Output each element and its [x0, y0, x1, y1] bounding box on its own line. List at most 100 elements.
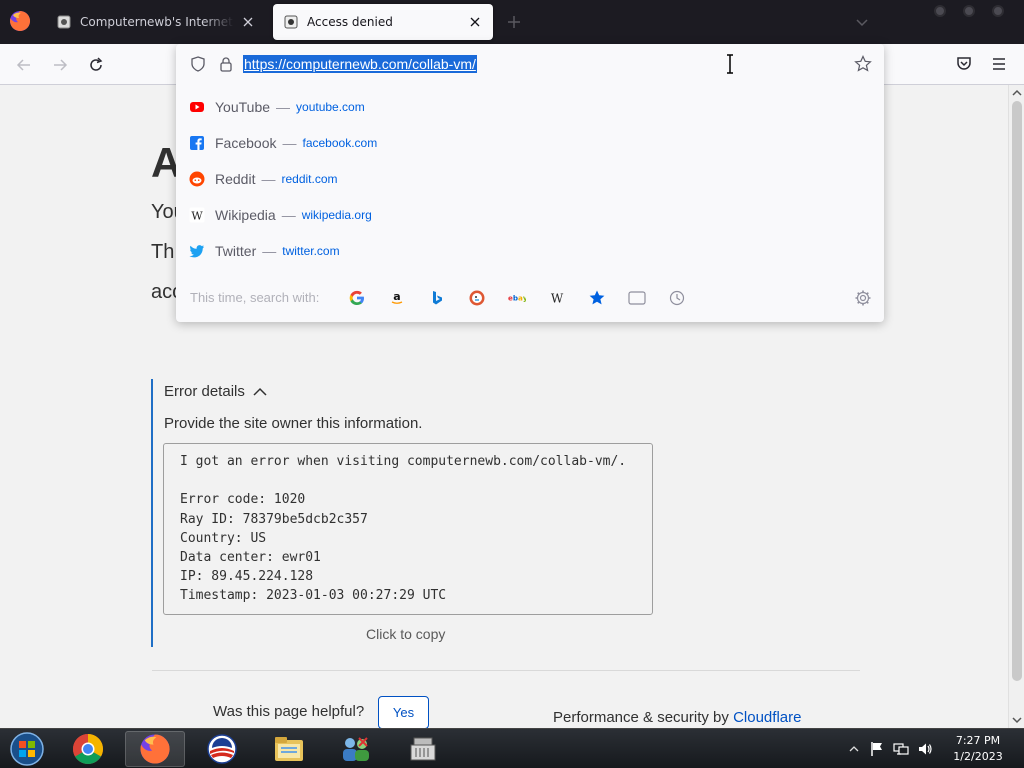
intro-text-line: Th: [151, 241, 175, 263]
error-info-line: Data center: ewr01: [180, 549, 321, 565]
taskbar-file-explorer[interactable]: [259, 731, 319, 767]
vertical-scrollbar[interactable]: [1008, 85, 1024, 728]
search-engine-amazon[interactable]: a: [388, 289, 406, 307]
shield-icon[interactable]: [190, 56, 206, 72]
search-engine-bing[interactable]: [428, 289, 446, 307]
footer-prefix: Performance & security by: [553, 709, 734, 726]
reload-button[interactable]: [83, 52, 109, 78]
wikipedia-icon: W: [551, 292, 564, 306]
search-tabs[interactable]: [628, 289, 646, 307]
search-engine-ebay[interactable]: ebay: [508, 289, 526, 307]
clock-time: 7:27 PM: [955, 734, 1001, 747]
reddit-icon: [189, 171, 205, 187]
error-details-label: Error details: [164, 383, 245, 400]
back-button[interactable]: [11, 52, 37, 78]
error-info-line: [180, 471, 636, 490]
url-dropdown-panel: https://computernewb.com/collab-vm/ YouT…: [176, 44, 884, 322]
feedback-yes-button[interactable]: Yes: [378, 696, 429, 728]
suggestion-title: Reddit: [215, 171, 256, 187]
new-tab-plus-icon[interactable]: [504, 12, 524, 32]
error-details-toggle[interactable]: Error details: [164, 383, 267, 400]
search-history[interactable]: [668, 289, 686, 307]
address-bar[interactable]: https://computernewb.com/collab-vm/: [176, 44, 884, 84]
clock-date: 1/2/2023: [953, 750, 1003, 763]
suggestion-title: Facebook: [215, 135, 277, 151]
suggestion-facebook[interactable]: Facebook — facebook.com: [176, 125, 884, 161]
minimize-button[interactable]: [934, 5, 946, 17]
error-info-line: Timestamp: 2023-01-03 00:27:29 UTC: [180, 588, 447, 604]
search-with-label: This time, search with:: [190, 290, 320, 305]
suggestion-title: Twitter: [215, 243, 257, 259]
taskbar-network-users[interactable]: [326, 731, 386, 767]
cloudflare-footer: Performance & security by Cloudflare: [553, 709, 801, 726]
search-engine-duckduckgo[interactable]: [468, 289, 486, 307]
svg-text:W: W: [551, 292, 564, 306]
suggestion-youtube[interactable]: YouTube — youtube.com: [176, 89, 884, 125]
error-info-line: Ray ID: 78379be5dcb2c357: [180, 511, 368, 527]
start-button[interactable]: [0, 731, 54, 767]
scrollbar-thumb[interactable]: [1012, 101, 1022, 681]
computernewb-favicon-icon: [57, 15, 71, 29]
error-info-line: Error code: 1020: [180, 492, 306, 508]
duckduckgo-icon: [469, 290, 485, 306]
error-info-box[interactable]: I got an error when visiting computernew…: [163, 443, 653, 615]
forward-button[interactable]: [47, 52, 73, 78]
scroll-up-arrow-icon[interactable]: [1012, 88, 1022, 98]
cloudflare-link[interactable]: Cloudflare: [733, 709, 801, 726]
firefox-icon[interactable]: [9, 10, 31, 32]
suggestion-reddit[interactable]: Reddit — reddit.com: [176, 161, 884, 197]
maximize-button[interactable]: [963, 5, 975, 17]
taskbar-firefox[interactable]: [125, 731, 185, 767]
suggestion-url: twitter.com: [282, 244, 340, 258]
search-engine-google[interactable]: [348, 289, 366, 307]
divider: [152, 670, 860, 671]
chrome-icon: [72, 734, 104, 765]
error-details-description: Provide the site owner this information.: [164, 415, 423, 432]
text-cursor-icon: [727, 54, 733, 74]
url-input[interactable]: https://computernewb.com/collab-vm/: [243, 55, 477, 73]
close-icon[interactable]: [240, 14, 256, 30]
pocket-icon[interactable]: [955, 55, 973, 73]
twitter-icon: [189, 245, 204, 258]
system-clock[interactable]: 7:27 PM 1/2/2023: [936, 733, 1020, 765]
click-to-copy-button[interactable]: Click to copy: [366, 626, 445, 642]
ebay-icon: ebay: [508, 294, 526, 303]
error-info-line: Country: US: [180, 530, 267, 546]
action-center-flag-icon[interactable]: [869, 741, 885, 757]
close-window-button[interactable]: [992, 5, 1004, 17]
volume-icon[interactable]: [917, 741, 933, 757]
close-icon[interactable]: [467, 14, 483, 30]
chevron-down-icon[interactable]: [852, 12, 872, 32]
suggestion-wikipedia[interactable]: W Wikipedia — wikipedia.org: [176, 197, 884, 233]
obama-logo-icon: [207, 734, 237, 764]
start-orb-icon: [10, 732, 44, 766]
bookmarks-icon: [589, 290, 605, 305]
svg-text:ebay: ebay: [508, 294, 526, 303]
suggestion-url: reddit.com: [281, 172, 338, 186]
error-info-line: IP: 89.45.224.128: [180, 569, 314, 585]
suggestion-title: YouTube: [215, 99, 271, 115]
taskbar-cash-register[interactable]: [393, 731, 453, 767]
menu-hamburger-icon[interactable]: [991, 56, 1007, 72]
taskbar-obama-logo[interactable]: [192, 731, 252, 767]
bookmark-star-icon[interactable]: [854, 55, 872, 73]
youtube-icon: [190, 102, 204, 112]
computernewb-favicon-icon: [284, 15, 298, 29]
tab-computernewb[interactable]: Computernewb's Internet Pub: [46, 4, 266, 40]
chevron-up-icon: [253, 387, 267, 396]
feedback-question: Was this page helpful?: [213, 703, 365, 720]
suggestion-twitter[interactable]: Twitter — twitter.com: [176, 233, 884, 269]
gear-icon[interactable]: [854, 289, 872, 307]
search-bookmarks[interactable]: [588, 289, 606, 307]
scroll-down-arrow-icon[interactable]: [1012, 715, 1022, 725]
search-engine-wikipedia[interactable]: W: [548, 289, 566, 307]
arrow-right-icon: [54, 59, 68, 71]
network-icon[interactable]: [893, 741, 909, 757]
history-icon: [669, 290, 685, 306]
tab-access-denied[interactable]: Access denied: [273, 4, 493, 40]
network-users-icon: [343, 737, 369, 761]
lock-icon[interactable]: [218, 56, 234, 72]
taskbar-chrome[interactable]: [58, 731, 118, 767]
svg-text:W: W: [191, 210, 203, 223]
show-hidden-icons-chevron-icon[interactable]: [846, 741, 862, 757]
